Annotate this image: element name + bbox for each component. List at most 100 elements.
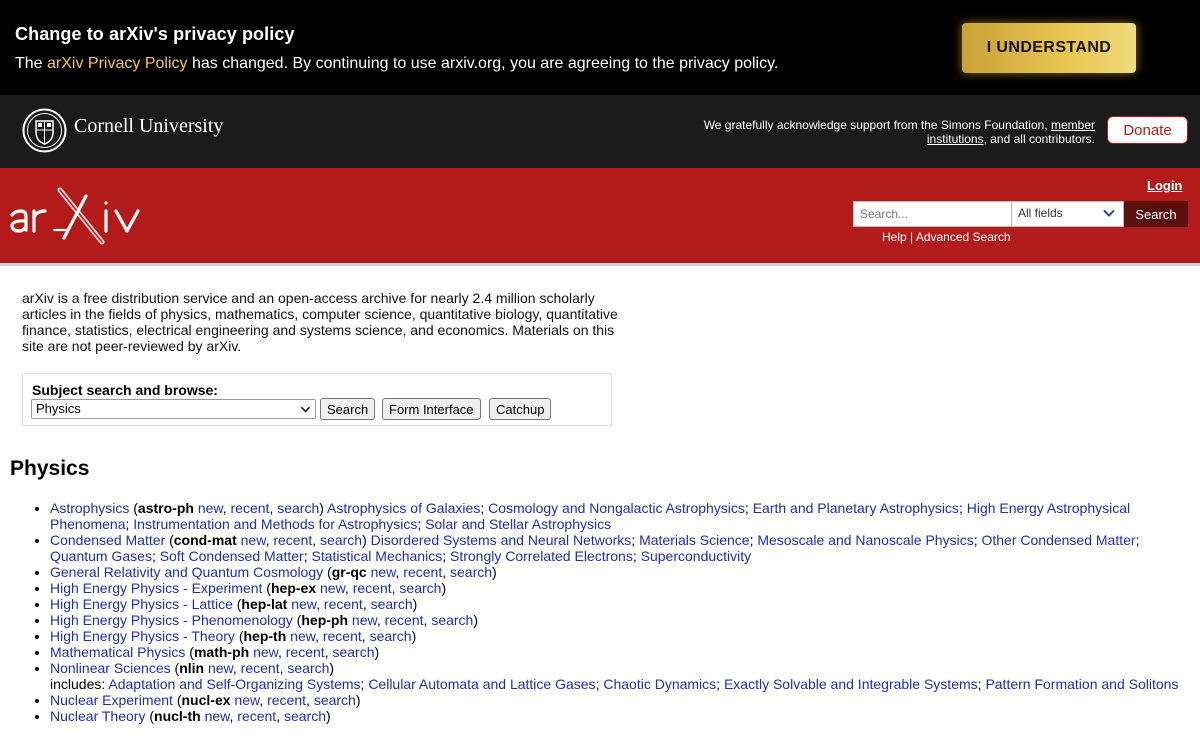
subject-search-form: Subject search and browse: Physics Searc… bbox=[22, 373, 612, 426]
archive-recent-link[interactable]: recent bbox=[286, 644, 325, 660]
subcategory-link[interactable]: Mesoscale and Nanoscale Physics bbox=[757, 532, 973, 548]
help-link[interactable]: Help bbox=[882, 230, 907, 244]
archive-recent-link[interactable]: recent bbox=[231, 500, 270, 516]
subject-select[interactable]: Physics bbox=[31, 399, 316, 419]
cornell-university-logo-text[interactable]: Cornell University bbox=[74, 115, 223, 138]
archive-search-link[interactable]: search bbox=[431, 612, 473, 628]
archive-recent-link[interactable]: recent bbox=[385, 612, 424, 628]
subcategory-link[interactable]: Instrumentation and Methods for Astrophy… bbox=[133, 516, 417, 532]
archive-item: General Relativity and Quantum Cosmology… bbox=[50, 564, 1190, 580]
privacy-banner: Change to arXiv's privacy policy The arX… bbox=[0, 0, 1200, 95]
archive-recent-link[interactable]: recent bbox=[273, 532, 312, 548]
archive-search-link[interactable]: search bbox=[332, 644, 374, 660]
catchup-button[interactable]: Catchup bbox=[489, 398, 552, 420]
search-field-select[interactable]: All fields bbox=[1011, 201, 1124, 227]
subcategory-link[interactable]: Soft Condensed Matter bbox=[160, 548, 304, 564]
archive-recent-link[interactable]: recent bbox=[324, 596, 363, 612]
subcategory-link[interactable]: Earth and Planetary Astrophysics bbox=[753, 500, 959, 516]
archive-item: High Energy Physics - Phenomenology (hep… bbox=[50, 612, 1190, 628]
archive-list: Astrophysics (astro-ph new, recent, sear… bbox=[10, 500, 1190, 724]
subcategory-link[interactable]: Disordered Systems and Neural Networks bbox=[371, 532, 632, 548]
subcategory-link[interactable]: Astrophysics of Galaxies bbox=[327, 500, 480, 516]
subcategory-link[interactable]: Strongly Correlated Electrons bbox=[450, 548, 633, 564]
archive-item: Nuclear Experiment (nucl-ex new, recent,… bbox=[50, 692, 1190, 708]
archive-recent-link[interactable]: recent bbox=[241, 660, 280, 676]
archive-new-link[interactable]: new bbox=[208, 660, 233, 676]
i-understand-button[interactable]: I UNDERSTAND bbox=[962, 23, 1136, 73]
archive-name-link[interactable]: High Energy Physics - Experiment bbox=[50, 580, 262, 596]
support-suffix: , and all contributors. bbox=[983, 132, 1095, 146]
advanced-search-link[interactable]: Advanced Search bbox=[916, 230, 1011, 244]
archive-name-link[interactable]: High Energy Physics - Theory bbox=[50, 628, 235, 644]
archive-name-link[interactable]: High Energy Physics - Phenomenology bbox=[50, 612, 293, 628]
archive-search-link[interactable]: search bbox=[370, 628, 412, 644]
archive-recent-link[interactable]: recent bbox=[237, 708, 276, 724]
archive-new-link[interactable]: new bbox=[290, 628, 315, 644]
archive-name-link[interactable]: Mathematical Physics bbox=[50, 644, 185, 660]
archive-recent-link[interactable]: recent bbox=[403, 564, 442, 580]
archive-code: hep-ph bbox=[301, 612, 349, 628]
archive-search-link[interactable]: search bbox=[320, 532, 362, 548]
subcategory-link[interactable]: Solar and Stellar Astrophysics bbox=[425, 516, 611, 532]
subcategory-link[interactable]: Other Condensed Matter bbox=[981, 532, 1135, 548]
donate-button[interactable]: Donate bbox=[1107, 116, 1188, 144]
archive-recent-link[interactable]: recent bbox=[323, 628, 362, 644]
subcategory-link[interactable]: Superconductivity bbox=[641, 548, 752, 564]
form-interface-button[interactable]: Form Interface bbox=[382, 398, 481, 420]
archive-name-link[interactable]: Nuclear Experiment bbox=[50, 692, 173, 708]
subcategory-link[interactable]: Cosmology and Nongalactic Astrophysics bbox=[488, 500, 745, 516]
subcategory-link[interactable]: Exactly Solvable and Integrable Systems bbox=[724, 676, 978, 692]
subject-selected: Physics bbox=[36, 401, 81, 416]
cornell-seal-icon[interactable] bbox=[22, 108, 67, 153]
header-search-button[interactable]: Search bbox=[1124, 201, 1188, 227]
archive-new-link[interactable]: new bbox=[371, 564, 396, 580]
subject-search-button[interactable]: Search bbox=[320, 398, 376, 420]
subcategory-link[interactable]: Statistical Mechanics bbox=[311, 548, 442, 564]
subcategory-link[interactable]: Cellular Automata and Lattice Gases bbox=[368, 676, 595, 692]
archive-code: astro-ph bbox=[137, 500, 194, 516]
archive-recent-link[interactable]: recent bbox=[267, 692, 306, 708]
archive-new-link[interactable]: new bbox=[198, 500, 223, 516]
archive-name-link[interactable]: Condensed Matter bbox=[50, 532, 165, 548]
search-field-selected: All fields bbox=[1018, 206, 1063, 220]
subcategory-link[interactable]: Adaptation and Self-Organizing Systems bbox=[108, 676, 360, 692]
search-input[interactable] bbox=[853, 201, 1012, 227]
archive-code: hep-lat bbox=[241, 596, 288, 612]
subcategory-link[interactable]: Chaotic Dynamics bbox=[603, 676, 716, 692]
archive-item: High Energy Physics - Experiment (hep-ex… bbox=[50, 580, 1190, 596]
intro-text: arXiv is a free distribution service and… bbox=[22, 290, 618, 354]
archive-new-link[interactable]: new bbox=[352, 612, 377, 628]
archive-name-link[interactable]: Nonlinear Sciences bbox=[50, 660, 171, 676]
archive-new-link[interactable]: new bbox=[205, 708, 230, 724]
archive-search-link[interactable]: search bbox=[399, 580, 441, 596]
subcategory-link[interactable]: Quantum Gases bbox=[50, 548, 152, 564]
archive-search-link[interactable]: search bbox=[287, 660, 329, 676]
privacy-policy-link[interactable]: arXiv Privacy Policy bbox=[47, 55, 187, 72]
archive-name-link[interactable]: General Relativity and Quantum Cosmology bbox=[50, 564, 323, 580]
archive-new-link[interactable]: new bbox=[234, 692, 259, 708]
archive-recent-link[interactable]: recent bbox=[353, 580, 392, 596]
archive-new-link[interactable]: new bbox=[241, 532, 266, 548]
archive-item: Astrophysics (astro-ph new, recent, sear… bbox=[50, 500, 1190, 532]
support-acknowledgement: We gratefully acknowledge support from t… bbox=[655, 118, 1095, 146]
archive-new-link[interactable]: new bbox=[253, 644, 278, 660]
archive-code: hep-th bbox=[243, 628, 287, 644]
archive-name-link[interactable]: Astrophysics bbox=[50, 500, 129, 516]
archive-item: Nuclear Theory (nucl-th new, recent, sea… bbox=[50, 708, 1190, 724]
archive-code: hep-ex bbox=[270, 580, 317, 596]
archive-name-link[interactable]: Nuclear Theory bbox=[50, 708, 145, 724]
archive-new-link[interactable]: new bbox=[320, 580, 345, 596]
archive-new-link[interactable]: new bbox=[291, 596, 316, 612]
arxiv-logo-icon[interactable] bbox=[8, 186, 148, 248]
archive-search-link[interactable]: search bbox=[277, 500, 319, 516]
archive-search-link[interactable]: search bbox=[314, 692, 356, 708]
login-link[interactable]: Login bbox=[1147, 178, 1182, 193]
archive-name-link[interactable]: High Energy Physics - Lattice bbox=[50, 596, 233, 612]
archive-search-link[interactable]: search bbox=[450, 564, 492, 580]
cornell-bar: Cornell University We gratefully acknowl… bbox=[0, 95, 1200, 168]
archive-search-link[interactable]: search bbox=[371, 596, 413, 612]
archive-item: Mathematical Physics (math-ph new, recen… bbox=[50, 644, 1190, 660]
archive-search-link[interactable]: search bbox=[284, 708, 326, 724]
subcategory-link[interactable]: Pattern Formation and Solitons bbox=[985, 676, 1178, 692]
subcategory-link[interactable]: Materials Science bbox=[639, 532, 750, 548]
